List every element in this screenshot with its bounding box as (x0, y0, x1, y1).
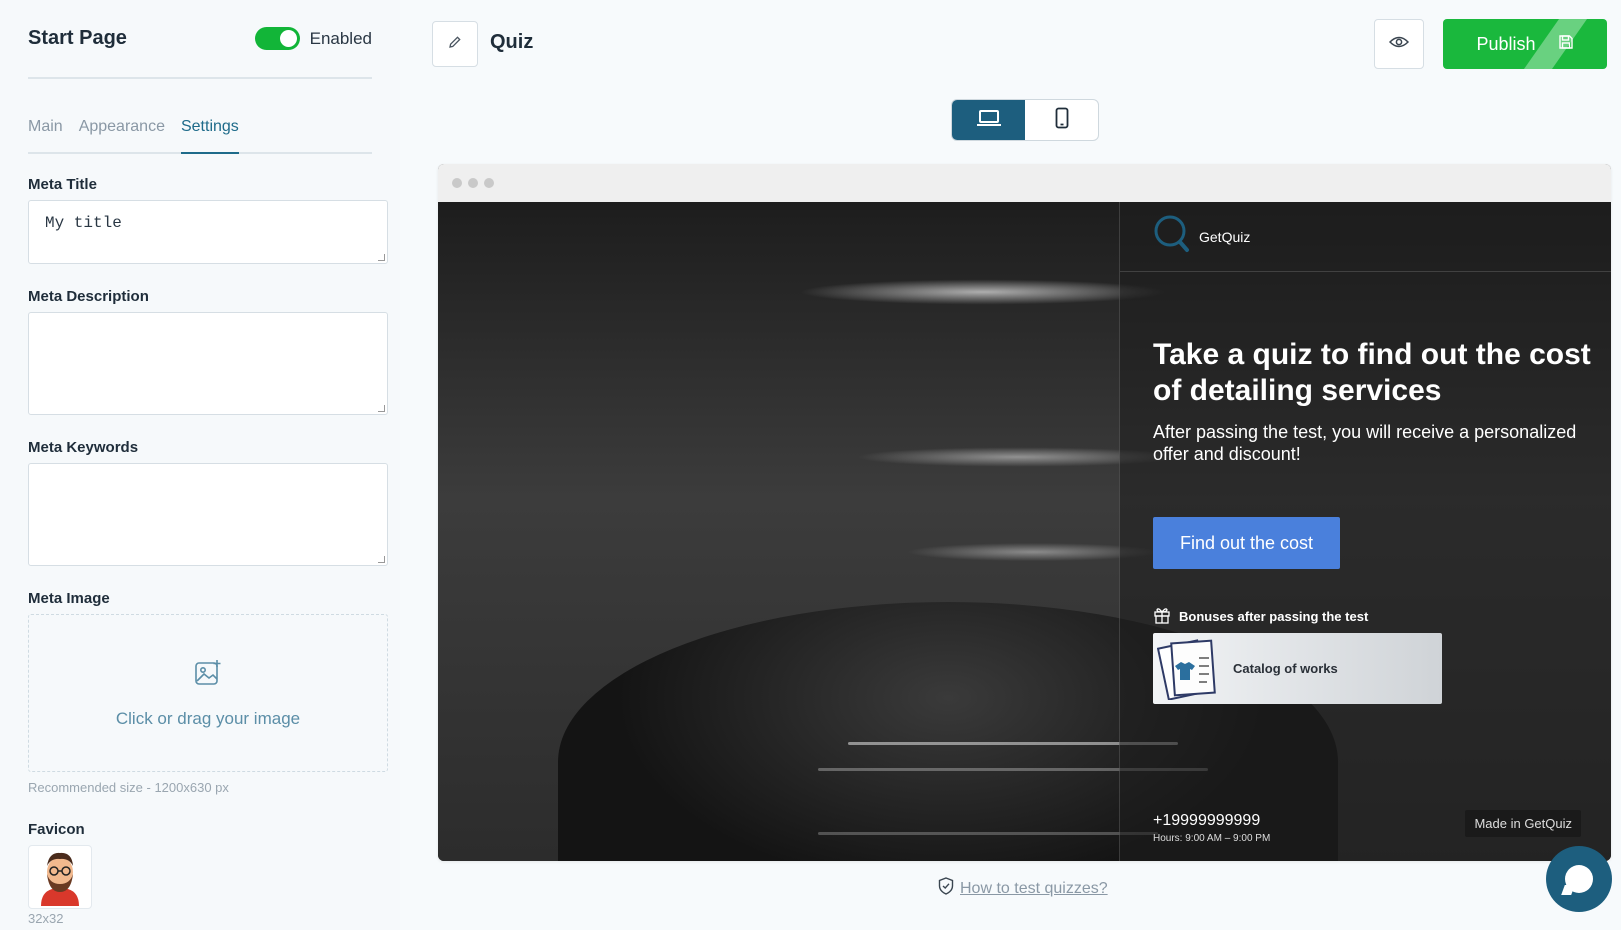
car-highlight (818, 832, 1158, 835)
meta-keywords-field[interactable] (28, 463, 388, 566)
preview-header: GetQuiz (1120, 202, 1611, 272)
publish-label: Publish (1476, 33, 1536, 54)
favicon-label: Favicon (28, 821, 85, 838)
business-hours: Hours: 9:00 AM – 9:00 PM (1153, 833, 1271, 844)
dropzone-text: Click or drag your image (115, 708, 301, 728)
meta-image-label: Meta Image (28, 590, 110, 607)
mobile-view-button[interactable] (1025, 100, 1098, 140)
settings-sidebar: Start Page Enabled Main Appearance Setti… (0, 0, 400, 930)
enabled-toggle-group[interactable]: Enabled (254, 27, 372, 50)
favicon-size-hint: 32x32 (28, 911, 64, 926)
pencil-icon (448, 35, 462, 54)
mobile-icon (1055, 107, 1069, 134)
publish-button[interactable]: Publish (1443, 19, 1607, 69)
tab-settings[interactable]: Settings (180, 115, 239, 154)
gift-icon (1153, 606, 1171, 627)
edit-title-button[interactable] (432, 21, 478, 67)
sidebar-tabs: Main Appearance Settings (28, 115, 372, 154)
how-to-test-link[interactable]: How to test quizzes? (938, 877, 1108, 900)
chat-widget-button[interactable] (1546, 846, 1612, 912)
bonuses-label: Bonuses after passing the test (1179, 609, 1369, 624)
browser-chrome (438, 164, 1611, 202)
brand-name: GetQuiz (1199, 228, 1251, 245)
save-icon (1558, 34, 1574, 55)
image-add-icon (193, 658, 223, 693)
meta-description-field[interactable] (28, 312, 388, 415)
desktop-view-button[interactable] (952, 100, 1025, 140)
editor-topbar: Quiz Publish (432, 19, 1607, 69)
how-to-test-label: How to test quizzes? (960, 879, 1108, 897)
catalog-thumbnail (1157, 638, 1216, 700)
window-dot (452, 178, 462, 188)
shield-icon (938, 877, 954, 900)
preview-button[interactable] (1374, 19, 1424, 69)
search-logo-icon (1153, 214, 1191, 259)
bonus-card: Catalog of works (1153, 633, 1442, 704)
enabled-toggle[interactable] (254, 27, 300, 50)
quiz-headline: Take a quiz to find out the cost of deta… (1153, 338, 1591, 407)
device-switch (951, 99, 1099, 141)
meta-title-label: Meta Title (28, 176, 97, 193)
find-out-cost-button[interactable]: Find out the cost (1153, 517, 1340, 569)
made-in-badge[interactable]: Made in GetQuiz (1465, 810, 1581, 837)
meta-description-label: Meta Description (28, 288, 149, 305)
page-title: Start Page (28, 27, 127, 49)
tab-main[interactable]: Main (28, 115, 63, 152)
meta-title-field[interactable]: My title (28, 200, 388, 264)
meta-keywords-label: Meta Keywords (28, 439, 139, 456)
enabled-toggle-label: Enabled (309, 28, 372, 48)
laptop-icon (976, 109, 1002, 132)
bonuses-heading: Bonuses after passing the test (1153, 606, 1368, 627)
bonus-item-label: Catalog of works (1233, 661, 1338, 676)
meta-image-dropzone[interactable]: Click or drag your image (28, 614, 388, 772)
tab-appearance[interactable]: Appearance (79, 115, 165, 152)
contact-phone[interactable]: +19999999999 (1153, 812, 1260, 830)
favicon-upload[interactable] (28, 845, 92, 909)
window-dot (468, 178, 478, 188)
favicon-avatar (41, 852, 79, 906)
quiz-preview-window: GetQuiz Take a quiz to find out the cost… (438, 164, 1611, 861)
eye-icon (1388, 35, 1410, 54)
quiz-title: Quiz (490, 31, 534, 53)
recommended-size-hint: Recommended size - 1200x630 px (28, 780, 229, 795)
window-dot (484, 178, 494, 188)
quiz-subtitle: After passing the test, you will receive… (1153, 422, 1577, 464)
start-page-panel: GetQuiz Take a quiz to find out the cost… (1119, 202, 1611, 861)
sidebar-header: Start Page Enabled (28, 0, 372, 79)
chat-icon (1565, 865, 1593, 893)
